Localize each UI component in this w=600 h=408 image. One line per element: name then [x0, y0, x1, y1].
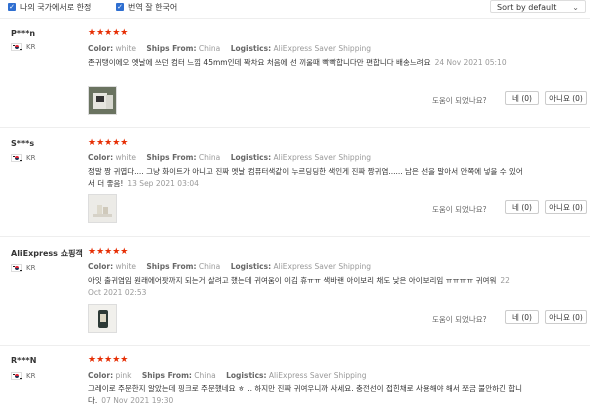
photo-thumbnail: [89, 87, 116, 114]
sort-select[interactable]: Sort by default ⌄: [490, 0, 586, 13]
review-properties: Color: white Ships From: China Logistics…: [88, 262, 379, 271]
ships-from-label: Ships From:: [146, 44, 197, 53]
logistics-label: Logistics:: [230, 153, 272, 162]
review-body: 아잇 출귀염임 원래에어팟까지 되는거 살려고 했는데 귀여움이 이김 휴ㅠㅠ …: [88, 276, 497, 285]
logistics-label: Logistics:: [226, 371, 267, 380]
filter-bar: ✓ 나의 국가에서로 한정 ✓ 번역 잘 한국어 Sort by default…: [0, 0, 600, 14]
divider: [0, 127, 590, 128]
country-code: KR: [26, 154, 36, 162]
reviewer-name: S***s: [11, 139, 35, 148]
divider: [0, 18, 590, 19]
color-value: white: [115, 44, 136, 53]
reviewer-country: KR: [11, 154, 35, 162]
star-rating: ★★★★★: [88, 28, 129, 38]
my-country-filter-label: 나의 국가에서로 한정: [20, 2, 92, 12]
logistics-value: AliExpress Saver Shipping: [268, 371, 367, 380]
korea-flag-icon: [11, 154, 22, 162]
ships-from-label: Ships From:: [146, 153, 197, 162]
color-value: pink: [115, 371, 132, 380]
ships-from-value: China: [198, 153, 221, 162]
review-properties: Color: pink Ships From: China Logistics:…: [88, 371, 374, 380]
divider: [0, 345, 590, 346]
reviewer-name: R***N: [11, 356, 37, 365]
logistics-label: Logistics:: [230, 44, 272, 53]
divider: [0, 236, 590, 237]
country-code: KR: [26, 264, 36, 272]
logistics-value: AliExpress Saver Shipping: [273, 262, 372, 271]
color-label: Color:: [88, 44, 114, 53]
photo-thumbnail: [89, 195, 116, 222]
reviewer-name: P***n: [11, 29, 36, 38]
chevron-down-icon: ⌄: [572, 3, 579, 12]
star-rating: ★★★★★: [88, 247, 129, 257]
logistics-label: Logistics:: [230, 262, 272, 271]
review-body: 존귀탱이에오 옛날에 쓰던 컴터 느낌 45mm인데 꽉차요 처음에 선 끼울때…: [88, 58, 431, 67]
my-country-filter[interactable]: ✓ 나의 국가에서로 한정: [8, 1, 91, 13]
review-date: 13 Sep 2021 03:04: [127, 179, 199, 188]
checkbox-checked-icon[interactable]: ✓: [8, 3, 16, 11]
reviewer-country: KR: [11, 43, 35, 51]
logistics-value: AliExpress Saver Shipping: [273, 153, 372, 162]
helpful-no-button[interactable]: 아니요 (0): [545, 200, 587, 214]
review-text: 그레이로 주문한지 알았는데 핑크로 주문했네요 ㅎ .. 하지만 진짜 귀여우…: [88, 383, 523, 407]
reviewer-name: AliExpress 쇼핑객: [11, 249, 83, 258]
review-text: 존귀탱이에오 옛날에 쓰던 컴터 느낌 45mm인데 꽉차요 처음에 선 끼울때…: [88, 57, 523, 69]
star-rating: ★★★★★: [88, 138, 129, 148]
korea-flag-icon: [11, 264, 22, 272]
country-code: KR: [26, 372, 36, 380]
helpful-question: 도움이 되었나요?: [432, 315, 487, 324]
logistics-value: AliExpress Saver Shipping: [273, 44, 372, 53]
ships-from-label: Ships From:: [141, 371, 192, 380]
helpful-yes-button[interactable]: 네 (0): [505, 91, 539, 105]
helpful-no-button[interactable]: 아니요 (0): [545, 310, 587, 324]
helpful-yes-button[interactable]: 네 (0): [505, 310, 539, 324]
reviewer-country: KR: [11, 372, 35, 380]
color-label: Color:: [88, 153, 114, 162]
review-properties: Color: white Ships From: China Logistics…: [88, 44, 379, 53]
review-properties: Color: white Ships From: China Logistics…: [88, 153, 379, 162]
helpful-yes-button[interactable]: 네 (0): [505, 200, 539, 214]
color-label: Color:: [88, 262, 114, 271]
korea-flag-icon: [11, 372, 22, 380]
country-code: KR: [26, 43, 36, 51]
sort-select-value: Sort by default: [497, 3, 557, 12]
ships-from-value: China: [198, 262, 221, 271]
review-photo[interactable]: [88, 86, 117, 115]
review-photo[interactable]: [88, 304, 117, 333]
helpful-question: 도움이 되었나요?: [432, 96, 487, 105]
ships-from-value: China: [194, 371, 216, 380]
translate-filter[interactable]: ✓ 번역 잘 한국어: [116, 1, 177, 13]
checkbox-checked-icon[interactable]: ✓: [116, 3, 124, 11]
helpful-question: 도움이 되었나요?: [432, 205, 487, 214]
korea-flag-icon: [11, 43, 22, 51]
photo-thumbnail: [89, 305, 116, 332]
reviewer-country: KR: [11, 264, 35, 272]
ships-from-label: Ships From:: [146, 262, 197, 271]
ships-from-value: China: [198, 44, 221, 53]
review-date: 24 Nov 2021 05:10: [434, 58, 507, 67]
color-value: white: [115, 262, 136, 271]
color-value: white: [115, 153, 136, 162]
translate-filter-label: 번역 잘 한국어: [128, 2, 178, 12]
review-photo[interactable]: [88, 194, 117, 223]
review-date: 07 Nov 2021 19:30: [101, 396, 174, 405]
star-rating: ★★★★★: [88, 355, 129, 365]
color-label: Color:: [88, 371, 114, 380]
helpful-no-button[interactable]: 아니요 (0): [545, 91, 587, 105]
review-text: 정말 짱 귀엽다.... 그냥 화이트가 아니고 진짜 옛날 컴퓨터색같이 누르…: [88, 166, 523, 190]
review-text: 아잇 출귀염임 원래에어팟까지 되는거 살려고 했는데 귀여움이 이김 휴ㅠㅠ …: [88, 275, 523, 299]
